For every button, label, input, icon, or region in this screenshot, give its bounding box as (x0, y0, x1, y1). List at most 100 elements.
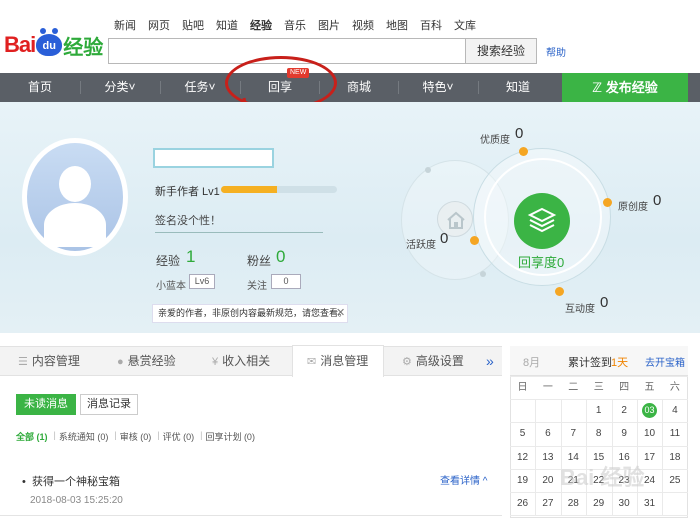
calendar-weekday: 四 (619, 382, 630, 393)
tab-message-management[interactable]: ✉ 消息管理 (307, 346, 368, 376)
tab-label: 高级设置 (415, 354, 464, 368)
tab-label: 收入相关 (222, 354, 271, 368)
experience-count[interactable]: 1 (186, 247, 195, 267)
calendar-day[interactable]: 1 (586, 399, 611, 422)
publish-experience-button[interactable]: ℤ 发布经验 (562, 73, 688, 102)
calendar-weekday: 六 (669, 382, 680, 393)
calendar-day[interactable]: 29 (586, 492, 611, 515)
topnav-item[interactable]: 地图 (380, 17, 414, 33)
calendar-day[interactable]: 10 (637, 422, 662, 445)
calendar-day[interactable]: 13 (535, 446, 560, 469)
close-icon[interactable]: ✕ (336, 304, 348, 323)
calendar-day[interactable]: 11 (662, 422, 687, 445)
calendar-today[interactable]: 03 (642, 403, 657, 419)
layers-icon[interactable] (514, 193, 570, 249)
view-details-link[interactable]: 查看详情 ^ (440, 472, 487, 487)
message-filters: 全部 (1) | 系统通知 (0) | 审核 (0) | 评优 (0) | 回享计划 (0) (16, 430, 258, 443)
xiaolan-label: 小蓝本 (156, 281, 186, 292)
nav-item[interactable]: 特色˅ (398, 73, 478, 102)
calendar-day[interactable]: 12 (510, 446, 535, 469)
calendar-day[interactable]: 7 (561, 422, 586, 445)
fans-count[interactable]: 0 (276, 247, 285, 267)
page: Bai du 经验 新闻 网页 贴吧 知道 经验 音乐 图片 视频 地图 百科 文库 搜索经验 帮助 ℤ… (0, 0, 700, 520)
unread-messages-button[interactable]: 未读消息 (16, 394, 76, 415)
calendar-day[interactable]: 31 (637, 492, 662, 515)
message-filter[interactable]: 全部 (1) (16, 430, 48, 443)
avatar-body-shape (44, 203, 106, 247)
calendar-day[interactable]: 03 (637, 399, 662, 422)
topnav-item[interactable]: 新闻 (108, 17, 142, 33)
help-link[interactable]: 帮助 (546, 44, 566, 59)
message-filter[interactable]: 审核 (0) (120, 430, 152, 443)
calendar-day[interactable]: 25 (662, 469, 687, 492)
username-box (153, 148, 274, 168)
signature-text[interactable]: 签名没个性！ (155, 212, 323, 233)
calendar-day[interactable]: 4 (662, 399, 687, 422)
calendar-day[interactable]: 5 (510, 422, 535, 445)
calendar-day[interactable]: 2 (612, 399, 637, 422)
tabs-more-button[interactable]: » (486, 346, 494, 376)
search-button[interactable]: 搜索经验 (465, 38, 537, 64)
tab-bounty[interactable]: ● 悬赏经验 (117, 346, 176, 376)
calendar-day[interactable]: 18 (662, 446, 687, 469)
topnav-item[interactable]: 贴吧 (176, 17, 210, 33)
filter-separator: | (157, 430, 160, 440)
yen-icon: ¥ (212, 356, 219, 368)
checkin-days: 1天 (611, 357, 629, 369)
huixiang-label: 回享度 (518, 255, 558, 270)
calendar-day (561, 399, 586, 422)
nav-item[interactable]: 知道 (478, 73, 558, 102)
calendar-day[interactable]: 26 (510, 492, 535, 515)
topnav-item[interactable]: 百科 (414, 17, 448, 33)
calendar-day (662, 492, 687, 515)
message-filter[interactable]: 评优 (0) (163, 430, 195, 443)
calendar-day[interactable]: 6 (535, 422, 560, 445)
filter-separator: | (200, 430, 203, 440)
topnav-item[interactable]: 视频 (346, 17, 380, 33)
nav-separator (319, 81, 320, 94)
calendar-weekday: 二 (568, 382, 579, 393)
message-history-button[interactable]: 消息记录 (80, 394, 138, 415)
calendar-day[interactable]: 20 (535, 469, 560, 492)
message-item-title[interactable]: • 获得一个神秘宝箱 (22, 473, 120, 489)
divider (0, 515, 502, 516)
message-filter[interactable]: 回享计划 (0) (205, 430, 255, 443)
topnav-item[interactable]: 音乐 (278, 17, 312, 33)
calendar-gridline (510, 376, 688, 377)
baidu-jingyan-logo[interactable]: Bai du 经验 (4, 28, 103, 62)
avatar-head-shape (59, 166, 91, 202)
nav-item[interactable]: 任务˅ (160, 73, 240, 102)
tab-advanced-settings[interactable]: ⚙ 高级设置 (402, 346, 464, 376)
topnav-item[interactable]: 网页 (142, 17, 176, 33)
open-chest-link[interactable]: 去开宝箱 (645, 354, 685, 369)
topnav-item[interactable]: 图片 (312, 17, 346, 33)
calendar-month: 8月 (523, 357, 541, 369)
nav-item[interactable]: 商城 (319, 73, 399, 102)
topnav-item[interactable]: 经验 (244, 17, 278, 33)
calendar-day[interactable]: 28 (561, 492, 586, 515)
calendar-day (535, 399, 560, 422)
calendar-gridline (560, 399, 562, 516)
topnav-item[interactable]: 知道 (210, 17, 244, 33)
follow-count-badge[interactable]: 0 (271, 274, 301, 289)
tab-income[interactable]: ¥ 收入相关 (212, 346, 270, 376)
huixiang-value: 0 (557, 255, 565, 270)
nav-item[interactable]: 首页 (0, 73, 80, 102)
nav-item[interactable]: 回享 (240, 73, 320, 102)
filter-separator: | (53, 430, 56, 440)
notice-banner[interactable]: 亲爱的作者，非原创内容最新规范，请您查看。 (152, 304, 348, 323)
topnav-item[interactable]: 文库 (448, 17, 482, 33)
calendar-day[interactable]: 8 (586, 422, 611, 445)
watermark: Bai 经验 (560, 465, 645, 490)
calendar-day[interactable]: 9 (612, 422, 637, 445)
originality-label: 原创度 (618, 202, 648, 213)
xiaolan-level-badge[interactable]: Lv6 (189, 274, 215, 289)
tab-content-management[interactable]: ☰ 内容管理 (18, 346, 80, 376)
checkin-label: 累计签到 (568, 357, 612, 369)
calendar-day[interactable]: 30 (612, 492, 637, 515)
nav-item[interactable]: 分类˅ (80, 73, 160, 102)
message-item-date: 2018-08-03 15:25:20 (30, 495, 123, 506)
calendar-day[interactable]: 27 (535, 492, 560, 515)
message-filter[interactable]: 系统通知 (0) (59, 430, 109, 443)
calendar-day[interactable]: 19 (510, 469, 535, 492)
